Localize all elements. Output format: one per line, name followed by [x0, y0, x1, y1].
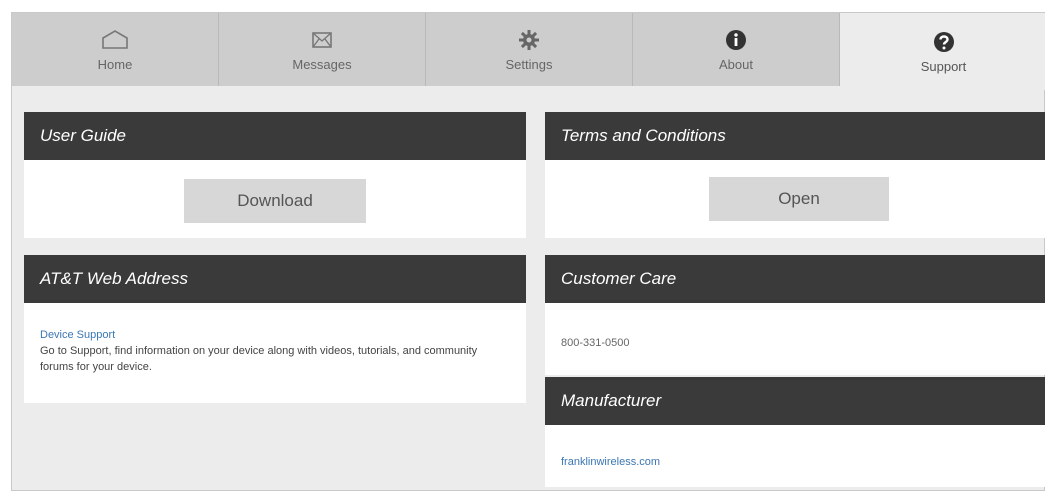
home-icon [102, 29, 128, 49]
device-support-link[interactable]: Device Support [40, 327, 510, 343]
info-icon [726, 29, 746, 50]
terms-title: Terms and Conditions [545, 112, 1045, 160]
tab-settings-label: Settings [505, 56, 553, 72]
tab-about[interactable]: About [633, 13, 840, 86]
customer-care-panel: Customer Care 800-331-0500 [545, 255, 1045, 375]
tab-settings[interactable]: Settings [426, 13, 633, 86]
support-page: Home Messages Settings About Support Use… [11, 12, 1045, 491]
nav-tabs: Home Messages Settings About Support [12, 13, 1045, 90]
tab-about-label: About [719, 56, 753, 72]
web-address-description: Go to Support, find information on your … [40, 345, 478, 373]
user-guide-title: User Guide [24, 112, 526, 160]
customer-care-phone: 800-331-0500 [561, 337, 630, 349]
open-button[interactable]: Open [709, 177, 889, 221]
tab-messages-label: Messages [292, 56, 352, 72]
tab-messages[interactable]: Messages [219, 13, 426, 86]
gear-icon [519, 29, 539, 50]
manufacturer-panel: Manufacturer franklinwireless.com [545, 377, 1045, 487]
manufacturer-title: Manufacturer [545, 377, 1045, 425]
tab-support-label: Support [920, 58, 967, 74]
terms-panel: Terms and Conditions Open [545, 112, 1045, 238]
web-address-panel: AT&T Web Address Device Support Go to Su… [24, 255, 526, 403]
tab-home[interactable]: Home [12, 13, 219, 86]
web-address-title: AT&T Web Address [24, 255, 526, 303]
envelope-icon [312, 31, 332, 48]
user-guide-panel: User Guide Download [24, 112, 526, 238]
tab-home-label: Home [97, 56, 133, 72]
tab-support[interactable]: Support [840, 13, 1045, 90]
download-button[interactable]: Download [184, 179, 366, 223]
question-icon [933, 31, 954, 52]
customer-care-title: Customer Care [545, 255, 1045, 303]
manufacturer-link[interactable]: franklinwireless.com [545, 425, 1045, 468]
